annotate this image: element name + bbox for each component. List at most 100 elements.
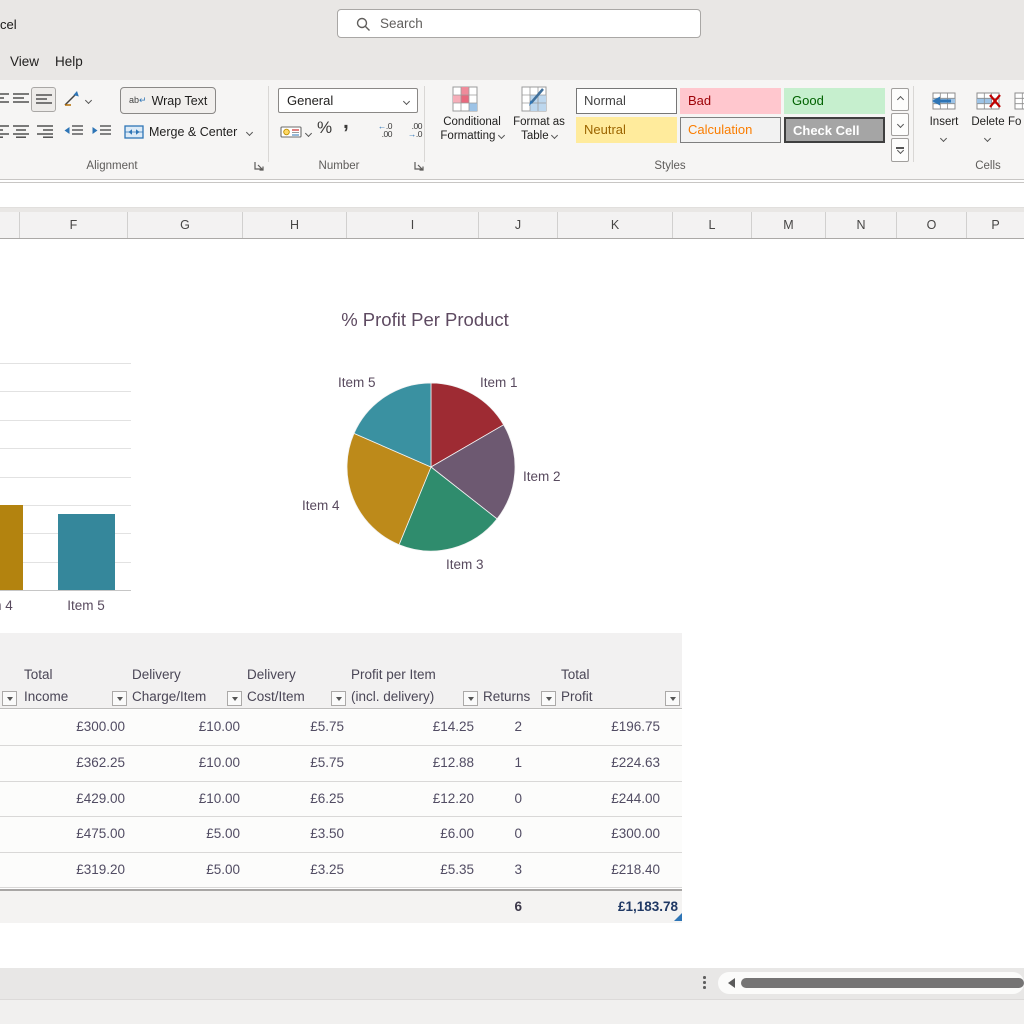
table-cell[interactable]: £300.00 [557,826,678,841]
table-row[interactable]: £429.00 £10.00 £6.25 £12.20 0 £244.00 [0,782,682,817]
column-header-M[interactable]: M [752,212,826,238]
filter-button-returns[interactable] [541,691,556,706]
styles-scroll-up-button[interactable] [891,88,909,111]
table-cell[interactable]: £362.25 [20,755,125,770]
delete-cells-icon[interactable] [975,89,1001,111]
pie-chart[interactable] [330,366,532,568]
format-as-table-icon[interactable] [521,86,547,112]
column-header-G[interactable]: G [128,212,243,238]
search-box[interactable] [337,9,701,38]
scroll-left-arrow-icon[interactable] [728,978,735,988]
table-cell[interactable]: £6.00 [347,826,474,841]
delete-chevron[interactable] [983,134,992,143]
increase-indent-icon[interactable] [92,124,112,138]
table-cell[interactable]: £475.00 [20,826,125,841]
formula-bar[interactable] [0,182,1024,208]
menu-item-view[interactable]: View [10,54,39,69]
table-cell[interactable]: £5.00 [128,862,240,877]
filter-button-profit[interactable] [665,691,680,706]
accounting-format-chevron[interactable] [304,129,313,138]
column-header-K[interactable]: K [558,212,673,238]
scrollbar-thumb[interactable] [741,978,1024,988]
filter-button-cost-item[interactable] [331,691,346,706]
table-row[interactable]: £475.00 £5.00 £3.50 £6.00 0 £300.00 [0,817,682,853]
align-left-icon[interactable] [0,124,10,138]
column-header-F[interactable]: F [20,212,128,238]
style-swatch-calculation[interactable]: Calculation [680,117,781,143]
column-header-P[interactable]: P [967,212,1024,238]
bar-item-5[interactable] [57,514,115,590]
table-cell[interactable]: £5.75 [243,755,344,770]
table-totals-row[interactable]: 6 £1,183.78 [0,889,682,923]
increase-decimal-icon[interactable]: ←.0.00 [368,122,393,139]
delete-button[interactable]: Delete [966,116,1010,130]
style-swatch-bad[interactable]: Bad [680,88,781,114]
table-cell[interactable]: £6.25 [243,791,344,806]
align-center-icon[interactable] [12,124,30,138]
column-header-I[interactable]: I [347,212,479,238]
table-cell[interactable]: £10.00 [128,719,240,734]
conditional-formatting-button[interactable]: Conditional Formatting [430,116,514,143]
sheet-area[interactable]: Item 4 Item 5 % Profit Per Product Item 1… [0,239,1024,968]
table-cell[interactable]: £244.00 [557,791,678,806]
filter-button-income[interactable] [112,691,127,706]
filter-button--incl-delivery-[interactable] [463,691,478,706]
column-header-L[interactable]: L [673,212,752,238]
table-cell[interactable]: £12.88 [347,755,474,770]
table-cell[interactable]: £3.50 [243,826,344,841]
table-cell[interactable]: £224.63 [557,755,678,770]
insert-chevron[interactable] [939,134,948,143]
merge-center-chevron[interactable] [245,128,254,137]
comma-style-icon[interactable]: , [343,110,349,134]
format-cells-icon[interactable] [1013,89,1024,111]
styles-scroll-down-button[interactable] [891,113,909,136]
accounting-format-icon[interactable] [280,124,302,140]
scrollbar-track[interactable] [718,972,1024,994]
table-cell[interactable]: 0 [479,826,522,841]
column-header-N[interactable]: N [826,212,897,238]
percent-style-icon[interactable]: % [317,118,332,138]
table-cell[interactable]: £3.25 [243,862,344,877]
table-row[interactable]: £362.25 £10.00 £5.75 £12.88 1 £224.63 [0,746,682,782]
bar-chart[interactable]: Item 4 Item 5 [0,350,131,620]
insert-button[interactable]: Insert [922,116,966,130]
table-cell[interactable]: £429.00 [20,791,125,806]
table-cell[interactable]: 1 [479,755,522,770]
decrease-decimal-icon[interactable]: .00 →.0 [398,122,423,139]
format-button[interactable]: Fo [1008,116,1024,130]
horizontal-scrollbar[interactable] [0,968,1024,999]
wrap-text-button[interactable]: ab↵ Wrap Text [120,87,217,114]
table-cell[interactable]: £5.00 [128,826,240,841]
table-cell[interactable]: £319.20 [20,862,125,877]
align-bottom-icon[interactable] [31,87,56,112]
table-cell[interactable]: 2 [479,719,522,734]
style-swatch-check-cell[interactable]: Check Cell [784,117,885,143]
table-cell[interactable]: £300.00 [20,719,125,734]
scrollbar-grip-icon[interactable] [703,976,706,991]
table-cell[interactable]: £12.20 [347,791,474,806]
table-cell[interactable]: £196.75 [557,719,678,734]
column-header-J[interactable]: J [479,212,558,238]
align-middle-icon[interactable] [12,92,30,106]
format-as-table-button[interactable]: Format as Table [505,116,573,143]
table-cell[interactable]: £5.75 [243,719,344,734]
table-row[interactable]: £319.20 £5.00 £3.25 £5.35 3 £218.40 [0,853,682,888]
style-swatch-normal[interactable]: Normal [576,88,677,114]
align-right-icon[interactable] [36,124,54,138]
table-cell[interactable]: £10.00 [128,791,240,806]
table-cell[interactable]: £10.00 [128,755,240,770]
filter-button-charge-item[interactable] [227,691,242,706]
table-cell[interactable]: 3 [479,862,522,877]
merge-center-label[interactable]: Merge & Center [149,125,237,139]
style-swatch-neutral[interactable]: Neutral [576,117,677,143]
decrease-indent-icon[interactable] [64,124,84,138]
menu-item-help[interactable]: Help [55,54,83,69]
bar-item-4[interactable] [0,504,23,590]
conditional-formatting-icon[interactable] [452,86,478,112]
search-input[interactable] [380,11,680,36]
orientation-dropdown-chevron[interactable] [84,96,93,105]
table-row[interactable]: £300.00 £10.00 £5.75 £14.25 2 £196.75 [0,710,682,746]
table-cell[interactable]: 0 [479,791,522,806]
table-cell[interactable]: £5.35 [347,862,474,877]
table-cell[interactable]: £218.40 [557,862,678,877]
